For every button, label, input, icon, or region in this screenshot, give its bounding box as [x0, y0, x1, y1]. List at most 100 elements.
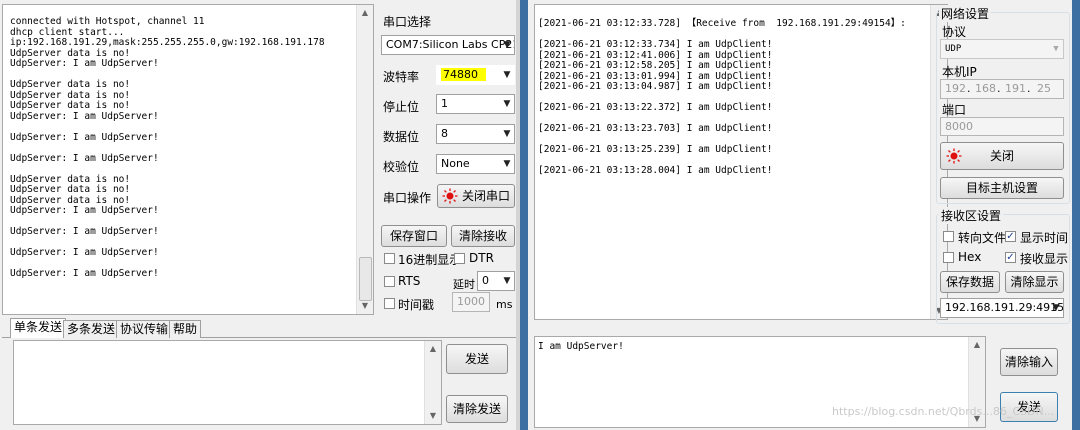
delay-label: 延时 [453, 278, 475, 291]
receive-line: UdpServer: I am UdpServer! [10, 110, 159, 122]
network-assistant-window: [2021-06-21 03:12:33.728] 【Receive from … [520, 0, 1080, 430]
scroll-up-icon[interactable]: ▲ [357, 5, 373, 21]
serial-send-input[interactable]: ▲ ▼ [13, 340, 442, 425]
rts-label: RTS [398, 274, 421, 288]
target-address-select[interactable]: 192.168.191.29:49154 ▼ [940, 298, 1064, 318]
protocol-value: UDP [945, 44, 962, 54]
clear-receive-button[interactable]: 清除接收 [451, 225, 515, 247]
window-frame [520, 0, 528, 430]
baud-select[interactable]: 74880 ▼ [436, 65, 515, 85]
chevron-down-icon: ▼ [503, 99, 511, 109]
protocol-select[interactable]: UDP ▼ [940, 39, 1064, 59]
network-settings-title: 网络设置 [939, 5, 992, 22]
tab-multi-send[interactable]: 多条发送 [63, 320, 120, 338]
watermark: https://blog.csdn.net/Qbrds...86_CSDN... [832, 405, 1055, 418]
send-scrollbar[interactable]: ▲ ▼ [424, 341, 441, 424]
delay-select[interactable]: 0 ▼ [477, 271, 515, 291]
show-receive-label: 接收显示 [1020, 252, 1069, 266]
receive-line: UdpServer data is no! [10, 100, 131, 111]
receive-line: [2021-06-21 03:13:28.004] I am UdpClient… [538, 165, 773, 176]
receive-settings-title: 接收区设置 [939, 207, 1004, 224]
dtr-label: DTR [469, 251, 494, 265]
receive-line: [2021-06-21 03:12:33.734] I am UdpClient… [538, 39, 773, 50]
parity-select[interactable]: None ▼ [436, 154, 515, 174]
receive-line [10, 143, 325, 154]
rts-checkbox[interactable] [384, 276, 395, 287]
close-connection-button[interactable]: 关闭 [940, 142, 1064, 170]
receive-line: UdpServer data is no! [10, 184, 131, 195]
tab-protocol[interactable]: 协议传输 [116, 320, 173, 338]
show-receive-checkbox[interactable]: ✓ [1005, 252, 1016, 263]
chevron-down-icon: ▼ [503, 129, 511, 139]
port-field[interactable]: 8000 [940, 117, 1064, 136]
save-data-button[interactable]: 保存数据 [940, 271, 1000, 293]
show-time-label: 显示时间 [1020, 231, 1069, 245]
to-file-label: 转向文件 [958, 231, 1007, 245]
dtr-checkbox[interactable] [454, 253, 465, 264]
stop-bits-value: 1 [441, 97, 448, 110]
serial-assistant-window: connected with Hotspot, channel 11 dhcp c… [0, 0, 520, 430]
hex-display-label: 16进制显示 [398, 253, 462, 267]
close-connection-label: 关闭 [989, 149, 1014, 163]
parity-label: 校验位 [383, 160, 420, 174]
receive-line: UdpServer: I am UdpServer! [10, 247, 159, 258]
parity-value: None [441, 157, 470, 170]
serial-receive-area[interactable]: connected with Hotspot, channel 11 dhcp c… [2, 4, 374, 315]
timestamp-interval-field[interactable]: 1000 [452, 292, 490, 312]
stop-bits-label: 停止位 [383, 100, 420, 114]
receive-line: [2021-06-21 03:13:22.372] I am UdpClient… [538, 102, 773, 113]
data-bits-select[interactable]: 8 ▼ [436, 124, 515, 144]
scroll-thumb[interactable] [359, 257, 372, 301]
send-button[interactable]: 发送 [446, 344, 508, 374]
scroll-up-icon[interactable]: ▲ [425, 341, 441, 357]
receive-line: ip:192.168.191.29,mask:255.255.255.0,gw:… [10, 37, 325, 48]
to-file-checkbox[interactable] [943, 231, 954, 242]
hex-display-checkbox[interactable] [384, 253, 395, 264]
show-time-checkbox[interactable]: ✓ [1005, 231, 1016, 242]
ip-dot: . [967, 82, 971, 95]
scroll-down-icon[interactable]: ▼ [357, 298, 373, 314]
ip-dot: . [1027, 82, 1031, 95]
port-select[interactable]: COM7:Silicon Labs CP210 ▼ [381, 35, 515, 55]
chevron-down-icon: ▼ [503, 70, 511, 80]
clear-input-button[interactable]: 清除输入 [1000, 348, 1058, 376]
receive-scrollbar[interactable]: ▲ ▼ [356, 5, 373, 314]
receive-line: [2021-06-21 03:12:33.728] 【Receive from … [538, 18, 906, 29]
scroll-down-icon[interactable]: ▼ [425, 408, 441, 424]
save-window-button[interactable]: 保存窗口 [381, 225, 447, 247]
baud-label: 波特率 [383, 70, 420, 84]
close-port-button[interactable]: 关闭串口 [437, 184, 515, 208]
timestamp-checkbox[interactable] [384, 298, 395, 309]
timestamp-label: 时间戳 [398, 298, 435, 312]
network-receive-area[interactable]: [2021-06-21 03:12:33.728] 【Receive from … [534, 4, 948, 320]
receive-line: UdpServer: I am UdpServer! [10, 205, 159, 216]
receive-line [10, 122, 325, 133]
target-host-button[interactable]: 目标主机设置 [940, 177, 1064, 199]
clear-display-button[interactable]: 清除显示 [1005, 271, 1064, 293]
ip-octet-3: 191 [1005, 82, 1026, 95]
stop-bits-select[interactable]: 1 ▼ [436, 94, 515, 114]
clear-send-button[interactable]: 清除发送 [446, 395, 508, 423]
tab-single-send[interactable]: 单条发送 [10, 318, 67, 338]
ip-octet-2: 168 [975, 82, 996, 95]
receive-line: [2021-06-21 03:13:23.703] I am UdpClient… [538, 123, 773, 134]
chevron-down-icon: ▼ [503, 40, 511, 50]
scroll-up-icon[interactable]: ▲ [969, 337, 985, 353]
network-receive-text: [2021-06-21 03:12:33.728] 【Receive from … [538, 18, 906, 177]
ip-octet-1: 192 [945, 82, 966, 95]
local-ip-field[interactable]: 192 . 168 . 191 . 25 [940, 79, 1064, 99]
receive-line [10, 164, 325, 175]
ip-dot: . [997, 82, 1001, 95]
tab-help[interactable]: 帮助 [169, 320, 202, 338]
ms-unit-label: ms [496, 298, 513, 311]
chevron-down-icon: ▼ [503, 159, 511, 169]
hex-label: Hex [958, 250, 982, 264]
chevron-down-icon: ▼ [1053, 44, 1059, 54]
receive-line: [2021-06-21 03:13:04.987] I am UdpClient… [538, 81, 773, 92]
receive-line: UdpServer data is no! [10, 79, 131, 90]
delay-value: 0 [482, 274, 489, 287]
close-port-label: 关闭串口 [462, 189, 511, 203]
receive-line: UdpServer: I am UdpServer! [10, 226, 159, 237]
hex-checkbox[interactable] [943, 252, 954, 263]
chevron-down-icon: ▼ [503, 276, 511, 286]
